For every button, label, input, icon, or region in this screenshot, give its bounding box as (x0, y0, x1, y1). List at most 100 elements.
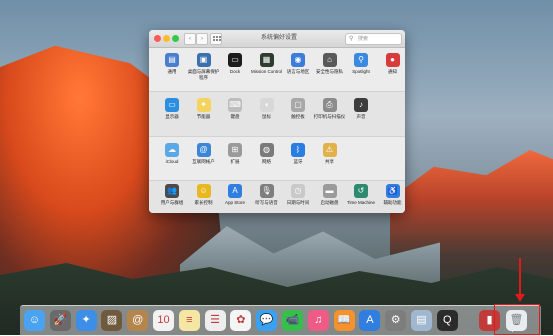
pref-accessibility[interactable]: ♿ 辅助功能 (377, 184, 406, 206)
pref-label: 日期与时间 (286, 200, 310, 205)
window-title: 系统偏好设置 (260, 35, 297, 41)
pref-displays[interactable]: ▭ 显示器 (156, 98, 188, 120)
pref-date-time[interactable]: ◷ 日期与时间 (282, 184, 314, 206)
show-all-grid-button[interactable] (210, 33, 222, 45)
pref-label: 节能器 (196, 114, 211, 119)
finder-icon[interactable]: ☺ (24, 310, 45, 331)
spotlight-icon: ⚲ (354, 53, 368, 67)
pref-security[interactable]: ⌂ 安全性与隐私 (314, 53, 346, 75)
ibooks-icon[interactable]: 📖 (333, 310, 355, 331)
reminders-icon[interactable]: ☰ (204, 310, 226, 331)
pref-energy-saver[interactable]: ✦ 节能器 (188, 98, 220, 120)
photo-app-icon[interactable]: ▨ (101, 310, 123, 331)
pref-bluetooth[interactable]: ᛒ 蓝牙 (282, 143, 314, 165)
dock: ☺ 🚀 ✦ ▨ @10 ≡ ☰ ✿ 💬 📹 ♫ 📖 A ⚙ ▤ Q ▮ 🗑 (20, 305, 541, 336)
pref-mission-control[interactable]: ▦ Mission Control (251, 53, 283, 75)
minimize-button[interactable] (163, 35, 170, 42)
date-time-icon: ◷ (291, 184, 305, 198)
pref-label: 通知 (388, 69, 397, 74)
notifications-icon: ● (385, 53, 400, 67)
annotation-arrow-head (515, 294, 525, 302)
facetime-icon[interactable]: 📹 (282, 310, 303, 331)
maximize-button[interactable] (172, 35, 179, 42)
close-button[interactable] (154, 35, 161, 42)
desktop-icon: ▣ (196, 53, 211, 67)
pref-label: 声音 (356, 114, 366, 119)
prefs-row-system: 👥 用户与群组 ☺ 家长控制 A App Store 🎙 听写与语音 ◷ 日期与时间 ▬ 启动磁盘 ↺ T… (149, 180, 405, 213)
icloud-icon: ☁ (165, 143, 179, 157)
pref-parental-controls[interactable]: ☺ 家长控制 (188, 184, 220, 206)
bluetooth-icon: ᛒ (291, 143, 305, 157)
printers-icon: ⎙ (322, 98, 337, 112)
itunes-icon[interactable]: ♫ (307, 310, 329, 331)
pref-time-machine[interactable]: ↺ Time Machine (345, 184, 377, 206)
pref-label: 启动磁盘 (320, 200, 339, 205)
displays-icon: ▭ (165, 98, 179, 112)
messages-icon[interactable]: 💬 (256, 310, 278, 331)
calendar-icon[interactable]: 10 (153, 310, 174, 331)
pref-label: iCloud (165, 159, 179, 164)
pref-label: 安全性与隐私 (316, 69, 343, 74)
pref-extensions[interactable]: ⊞ 扩展 (219, 143, 251, 165)
pref-label: 蓝牙 (293, 159, 303, 164)
pref-label: Time Machine (346, 200, 376, 205)
safari-icon[interactable]: ✦ (75, 310, 97, 331)
contacts-icon[interactable]: @ (127, 310, 149, 331)
prefs-row-internet: ☁ iCloud @ 互联网帐户 ⊞ 扩展 ◍ 网络 ᛒ 蓝牙 ⚠ 共享 (149, 136, 405, 181)
pref-sharing[interactable]: ⚠ 共享 (314, 143, 346, 165)
quicktime-icon[interactable]: Q (436, 310, 458, 331)
pref-label: 扩展 (230, 159, 240, 164)
mission-control-icon: ▦ (259, 53, 274, 67)
pref-label: 家长控制 (194, 200, 213, 205)
forward-button[interactable]: › (196, 33, 208, 45)
preview-icon[interactable]: ▤ (411, 310, 432, 331)
prefs-row-personal: ▤ 通用 ▣ 桌面与屏幕保护程序 ▭ Dock ▦ Mission Control ◉ 语言与地区… (149, 48, 405, 91)
pref-label: Dock (229, 69, 241, 74)
pref-general[interactable]: ▤ 通用 (156, 53, 188, 75)
pref-users[interactable]: 👥 用户与群组 (156, 184, 188, 206)
pref-label: Spotlight (352, 69, 370, 74)
pref-language[interactable]: ◉ 语言与地区 (282, 53, 314, 75)
energy-saver-icon: ✦ (196, 98, 211, 112)
app-store-icon: A (228, 184, 242, 198)
pref-notifications[interactable]: ● 通知 (377, 53, 406, 75)
network-icon: ◍ (259, 143, 274, 157)
pref-mouse[interactable]: ◖ 鼠标 (251, 98, 283, 120)
search-placeholder: 搜索 (358, 36, 369, 42)
search-input[interactable]: ⚲ 搜索 (345, 33, 402, 45)
startup-disk-icon: ▬ (322, 184, 337, 198)
launchpad-icon[interactable]: 🚀 (49, 310, 71, 331)
accessibility-icon: ♿ (385, 184, 400, 198)
trackpad-icon: ▢ (291, 98, 305, 112)
pref-label: 互联网帐户 (192, 159, 215, 164)
pref-dictation[interactable]: 🎙 听写与语音 (251, 184, 283, 206)
pref-spotlight[interactable]: ⚲ Spotlight (345, 53, 377, 75)
photos-icon[interactable]: ✿ (230, 310, 252, 331)
app-store-dock-icon[interactable]: A (359, 310, 381, 331)
pref-printers[interactable]: ⎙ 打印机与扫描仪 (314, 98, 346, 120)
pref-sound[interactable]: ♪ 声音 (345, 98, 377, 120)
pref-label: 听写与语音 (255, 200, 278, 205)
notes-icon[interactable]: ≡ (178, 310, 200, 331)
pref-desktop[interactable]: ▣ 桌面与屏幕保护程序 (188, 53, 220, 80)
security-icon: ⌂ (322, 53, 337, 67)
sound-icon: ♪ (354, 98, 368, 112)
dictation-icon: 🎙 (259, 184, 274, 198)
pref-trackpad[interactable]: ▢ 触控板 (282, 98, 314, 120)
system-preferences-window: ‹ › 系统偏好设置 ⚲ 搜索 ▤ 通用 ▣ 桌面与屏幕保护程序 ▭ Dock ▦ Missi… (149, 30, 405, 213)
pref-network[interactable]: ◍ 网络 (251, 143, 283, 165)
pref-keyboard[interactable]: ⌨ 键盘 (219, 98, 251, 120)
pref-startup-disk[interactable]: ▬ 启动磁盘 (314, 184, 346, 206)
window-titlebar: ‹ › 系统偏好设置 ⚲ 搜索 (149, 30, 405, 48)
pref-app-store[interactable]: A App Store (219, 184, 251, 206)
pref-dock[interactable]: ▭ Dock (219, 53, 251, 75)
highlight-box (494, 304, 540, 335)
pref-icloud[interactable]: ☁ iCloud (156, 143, 188, 165)
back-button[interactable]: ‹ (184, 33, 196, 45)
pref-label: 键盘 (230, 114, 240, 119)
pref-internet-accounts[interactable]: @ 互联网帐户 (188, 143, 220, 165)
pref-label: 语言与地区 (286, 69, 310, 74)
system-preferences-icon[interactable]: ⚙ (385, 310, 407, 331)
prefs-row-hardware: ▭ 显示器 ✦ 节能器 ⌨ 键盘 ◖ 鼠标 ▢ 触控板 ⎙ 打印机与扫描仪 ♪ 声音 (149, 91, 405, 137)
general-icon: ▤ (165, 53, 179, 67)
